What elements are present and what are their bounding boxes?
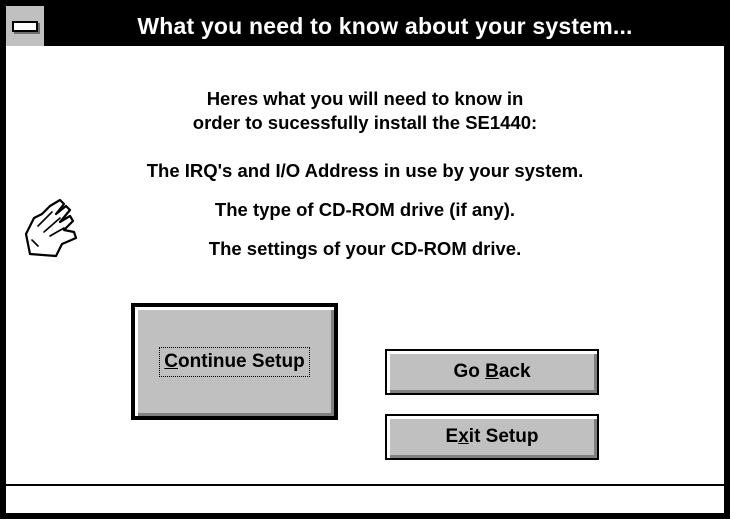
continue-setup-button[interactable]: Continue Setup [131,303,338,420]
system-menu-bar [12,20,38,32]
system-menu-icon[interactable] [6,6,46,46]
go-back-label: Go Back [453,361,531,382]
pointing-hand-icon [24,198,78,258]
requirement-irq-io: The IRQ's and I/O Address in use by your… [146,160,584,181]
exit-setup-label: Exit Setup [445,426,539,447]
dialog-client-area: Heres what you will need to know in orde… [6,46,724,484]
go-back-button[interactable]: Go Back [385,349,599,395]
intro-line-2: order to sucessfully install the SE1440: [192,112,538,133]
requirement-cdrom-type: The type of CD-ROM drive (if any). [214,199,516,220]
setup-dialog-window: What you need to know about your system.… [0,0,730,519]
continue-setup-label: Continue Setup [159,346,310,377]
window-title: What you need to know about your system.… [137,12,633,39]
window-bottom-frame [6,484,724,513]
exit-setup-button[interactable]: Exit Setup [385,414,599,460]
title-bar[interactable]: What you need to know about your system.… [6,6,724,46]
intro-line-1: Heres what you will need to know in [206,88,524,109]
requirement-cdrom-settings: The settings of your CD-ROM drive. [208,238,522,259]
